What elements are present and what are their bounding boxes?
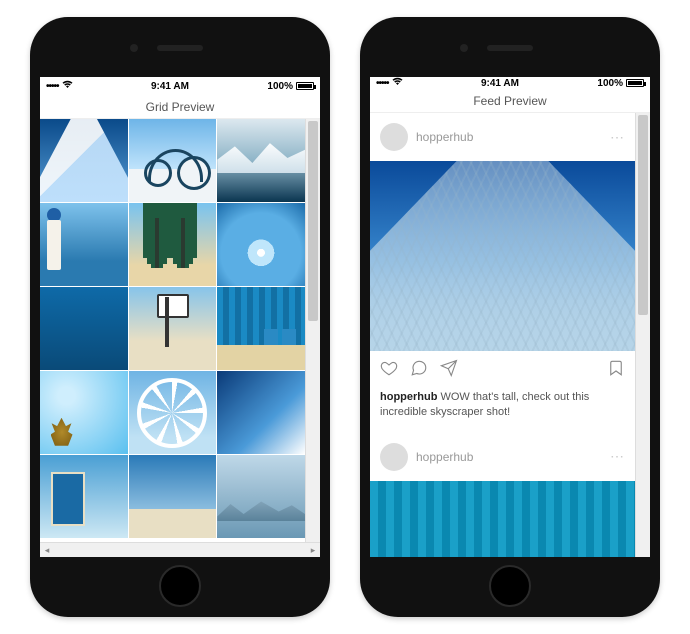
post-menu-icon[interactable]: ⋯ <box>610 129 625 146</box>
status-time: 9:41 AM <box>151 81 189 92</box>
photo-grid <box>40 119 305 538</box>
grid-tile[interactable] <box>217 203 305 286</box>
grid-tile[interactable] <box>129 371 217 454</box>
phone-speaker <box>487 45 533 51</box>
wifi-icon <box>392 77 403 89</box>
post-caption: hopperhub WOW that's tall, check out thi… <box>370 390 635 433</box>
vertical-scrollbar[interactable] <box>635 113 650 557</box>
scroll-thumb[interactable] <box>638 115 648 315</box>
scroll-right-icon[interactable]: ▸ <box>306 545 320 556</box>
screen-left: ••••• 9:41 AM 100% Grid Preview <box>40 77 320 557</box>
post-menu-icon[interactable]: ⋯ <box>610 448 625 465</box>
post-username[interactable]: hopperhub <box>416 130 473 144</box>
grid-tile[interactable] <box>40 287 128 370</box>
phone-camera-dot <box>460 44 468 52</box>
screen-right: ••••• 9:41 AM 100% Feed Preview hopperhu… <box>370 77 650 557</box>
caption-username[interactable]: hopperhub <box>380 391 437 403</box>
phone-frame-right: ••••• 9:41 AM 100% Feed Preview hopperhu… <box>360 17 660 617</box>
horizontal-scrollbar[interactable]: ◂ ▸ <box>40 542 320 557</box>
grid-tile[interactable] <box>40 371 128 454</box>
battery-pct: 100% <box>267 81 293 92</box>
battery-pct: 100% <box>597 78 623 89</box>
battery-icon <box>296 82 314 90</box>
grid-viewport[interactable] <box>40 119 305 542</box>
home-button[interactable] <box>489 565 531 607</box>
post-image[interactable] <box>370 161 635 351</box>
signal-icon: ••••• <box>376 78 389 89</box>
grid-tile[interactable] <box>217 371 305 454</box>
wifi-icon <box>62 80 73 92</box>
grid-tile[interactable] <box>40 455 128 538</box>
grid-tile[interactable] <box>129 287 217 370</box>
grid-tile[interactable] <box>40 119 128 202</box>
phone-camera-dot <box>130 44 138 52</box>
status-time: 9:41 AM <box>481 78 519 89</box>
status-bar: ••••• 9:41 AM 100% <box>370 77 650 89</box>
page-title: Feed Preview <box>370 89 650 113</box>
share-icon[interactable] <box>440 359 458 382</box>
post-actions <box>370 351 635 390</box>
page-title: Grid Preview <box>40 95 320 119</box>
post-header: hopperhub ⋯ <box>370 433 635 481</box>
grid-tile[interactable] <box>217 455 305 538</box>
grid-tile[interactable] <box>129 203 217 286</box>
feed-post: hopperhub ⋯ hopperhub WOW that's tall, c… <box>370 113 635 433</box>
status-bar: ••••• 9:41 AM 100% <box>40 77 320 95</box>
avatar[interactable] <box>380 443 408 471</box>
battery-icon <box>626 79 644 87</box>
feed-viewport[interactable]: hopperhub ⋯ hopperhub WOW that's tall, c… <box>370 113 635 557</box>
avatar[interactable] <box>380 123 408 151</box>
grid-tile[interactable] <box>129 119 217 202</box>
home-button[interactable] <box>159 565 201 607</box>
grid-tile[interactable] <box>40 203 128 286</box>
post-image[interactable] <box>370 481 635 557</box>
comment-icon[interactable] <box>410 359 428 382</box>
vertical-scrollbar[interactable] <box>305 119 320 542</box>
grid-tile[interactable] <box>217 119 305 202</box>
scroll-thumb[interactable] <box>308 121 318 321</box>
post-header: hopperhub ⋯ <box>370 113 635 161</box>
feed-post: hopperhub ⋯ <box>370 433 635 557</box>
grid-tile[interactable] <box>217 287 305 370</box>
phone-frame-left: ••••• 9:41 AM 100% Grid Preview <box>30 17 330 617</box>
grid-tile[interactable] <box>129 455 217 538</box>
scroll-left-icon[interactable]: ◂ <box>40 545 54 556</box>
post-username[interactable]: hopperhub <box>416 450 473 464</box>
signal-icon: ••••• <box>46 81 59 92</box>
phone-speaker <box>157 45 203 51</box>
bookmark-icon[interactable] <box>607 359 625 382</box>
like-icon[interactable] <box>380 359 398 382</box>
